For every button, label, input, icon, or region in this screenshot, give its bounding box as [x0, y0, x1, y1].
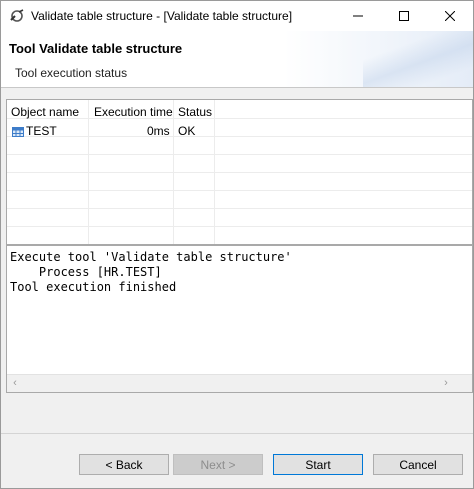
wizard-header: Tool Validate table structure Tool execu…: [1, 31, 473, 88]
back-button[interactable]: < Back: [79, 454, 169, 475]
close-icon: [445, 11, 455, 21]
cell-status: OK: [178, 124, 196, 138]
log-text: Execute tool 'Validate table structure' …: [10, 250, 292, 295]
tool-icon: [10, 9, 24, 22]
next-button[interactable]: Next >: [173, 454, 263, 475]
maximize-button[interactable]: [381, 1, 427, 31]
cell-object-name: TEST: [26, 124, 57, 138]
cancel-button[interactable]: Cancel: [373, 454, 463, 475]
horizontal-scrollbar[interactable]: ‹ ›: [7, 374, 472, 392]
cell-execution-time: 0ms: [147, 124, 170, 138]
scroll-left-icon[interactable]: ‹: [9, 378, 21, 389]
page-title: Tool Validate table structure: [9, 41, 183, 56]
header-decoration: [363, 31, 473, 87]
maximize-icon: [399, 11, 409, 21]
window-title: Validate table structure - [Validate tab…: [31, 9, 293, 23]
scroll-right-icon[interactable]: ›: [440, 378, 452, 389]
table-icon: [12, 127, 24, 137]
minimize-button[interactable]: [335, 1, 381, 31]
page-description: Tool execution status: [15, 66, 128, 80]
execution-log[interactable]: Execute tool 'Validate table structure' …: [6, 245, 473, 393]
log-line: Process [HR.TEST]: [10, 265, 162, 279]
log-line: Tool execution finished: [10, 280, 177, 294]
close-button[interactable]: [427, 1, 473, 31]
column-header-execution-time[interactable]: Execution time: [94, 105, 173, 119]
column-header-object-name[interactable]: Object name: [11, 105, 79, 119]
title-bar[interactable]: Validate table structure - [Validate tab…: [1, 1, 473, 31]
column-header-status[interactable]: Status: [178, 105, 212, 119]
table-grid: [7, 100, 472, 244]
dialog-window: Validate table structure - [Validate tab…: [0, 0, 474, 489]
log-line: Execute tool 'Validate table structure': [10, 250, 292, 264]
minimize-icon: [353, 15, 363, 17]
results-table[interactable]: Object name Execution time Status TEST 0…: [6, 99, 473, 245]
start-button[interactable]: Start: [273, 454, 363, 475]
footer-divider: [1, 433, 473, 434]
